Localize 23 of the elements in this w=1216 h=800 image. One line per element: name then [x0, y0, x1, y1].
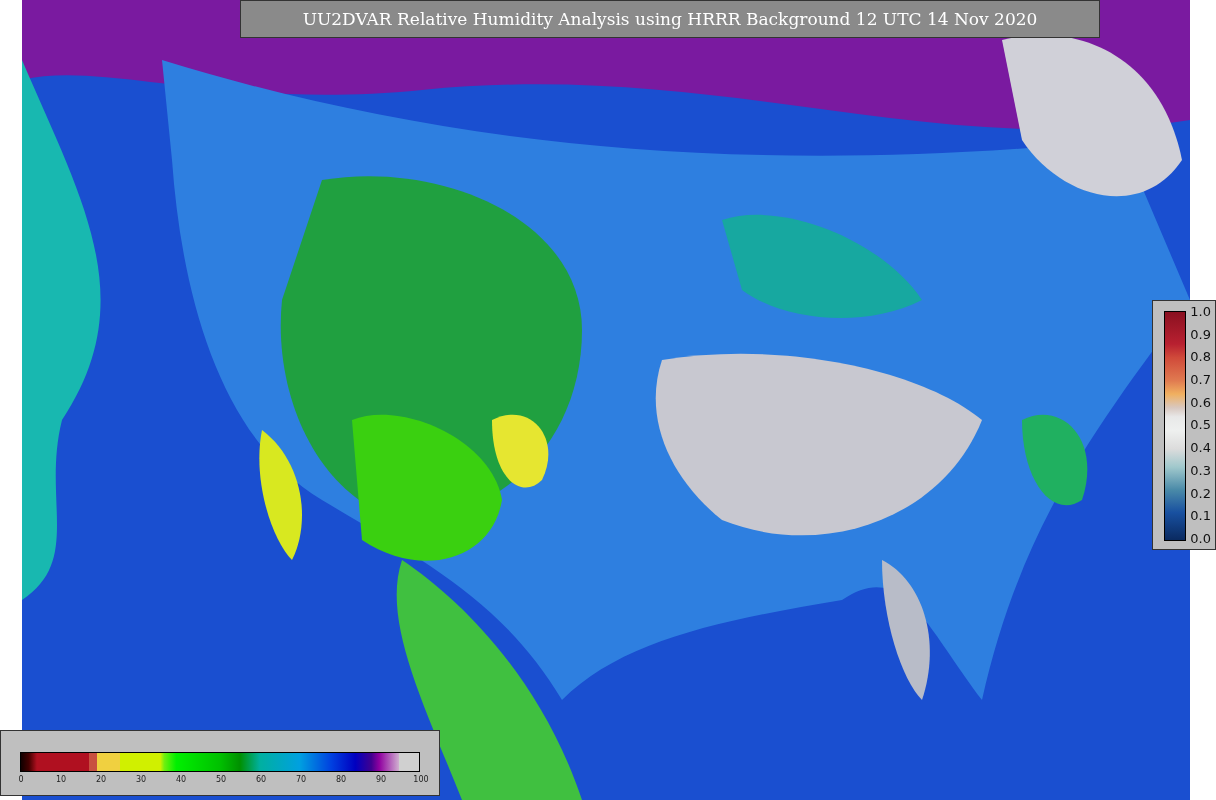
tick-label: 10 — [55, 775, 67, 784]
tick-label: 60 — [255, 775, 267, 784]
tick-label: 0.2 — [1190, 486, 1211, 500]
tick-label: 0.0 — [1190, 531, 1211, 545]
tick-label: 50 — [215, 775, 227, 784]
tick-label: 40 — [175, 775, 187, 784]
tick-label: 30 — [135, 775, 147, 784]
tick-label: 1.0 — [1190, 305, 1211, 318]
map-title: UU2DVAR Relative Humidity Analysis using HRRR Background 12 UTC 14 Nov 2020 — [240, 0, 1100, 38]
tick-label: 0.9 — [1190, 327, 1211, 341]
tick-label: 90 — [375, 775, 387, 784]
tick-label: 0.7 — [1190, 373, 1211, 387]
tick-label: 0.4 — [1190, 441, 1211, 455]
tick-label: 0.6 — [1190, 395, 1211, 409]
tick-label: 20 — [95, 775, 107, 784]
tick-label: 70 — [295, 775, 307, 784]
tick-label: 0.1 — [1190, 509, 1211, 523]
tick-label: 0.8 — [1190, 350, 1211, 364]
tick-label: 0.3 — [1190, 463, 1211, 477]
tick-label: 0 — [18, 775, 24, 784]
tick-label: 80 — [335, 775, 347, 784]
tick-label: 0.5 — [1190, 418, 1211, 432]
tick-label: 100 — [413, 775, 429, 784]
